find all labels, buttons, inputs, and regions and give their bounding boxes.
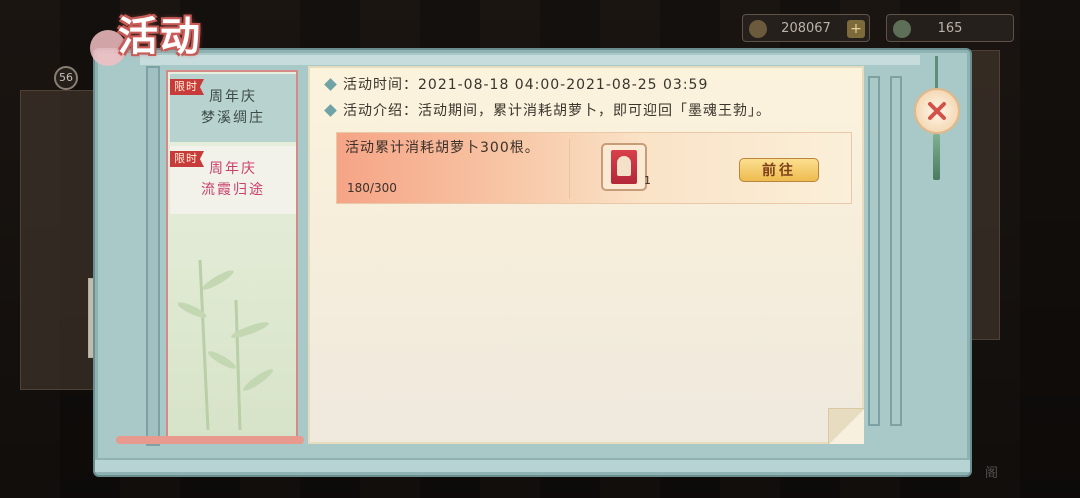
task-description: 活动累计消耗胡萝卜300根。 <box>345 140 540 156</box>
close-button[interactable] <box>914 88 960 134</box>
sidebar-ribbon <box>116 436 304 444</box>
event-time: 活动时间：2021-08-18 04:00-2021-08-25 03:59 <box>324 74 709 94</box>
activity-content[interactable]: 活动时间：2021-08-18 04:00-2021-08-25 03:59 活… <box>308 66 864 444</box>
coin-counter: 208067 + <box>742 14 870 42</box>
corner-label: 阁 <box>985 466 999 481</box>
event-intro: 活动介绍：活动期间，累计消耗胡萝卜，即可迎回「墨魂王勃」。 <box>324 100 771 120</box>
jade-value: 165 <box>937 20 963 36</box>
level-badge: 56 <box>54 66 78 90</box>
activity-sidebar: 限时 周年庆 梦溪绸庄 限时 周年庆 流霞归途 <box>166 70 298 440</box>
frame-post-right-1 <box>868 76 880 426</box>
event-intro-text: 活动介绍：活动期间，累计消耗胡萝卜，即可迎回「墨魂王勃」。 <box>343 103 771 119</box>
sidebar-item-line1: 周年庆 <box>209 161 257 177</box>
portrait-card-icon <box>611 150 637 184</box>
task-row: 活动累计消耗胡萝卜300根。 180/300 1 前往 <box>336 132 852 204</box>
reward-count: 1 <box>644 174 651 187</box>
coin-value: 208067 <box>781 20 831 36</box>
frame-post-right-2 <box>890 76 902 426</box>
page-curl-decoration <box>828 408 864 444</box>
sidebar-item-line2: 流霞归途 <box>201 182 265 198</box>
page-title: 活动 <box>118 13 202 60</box>
sidebar-item-meng-xi[interactable]: 限时 周年庆 梦溪绸庄 <box>170 74 296 142</box>
diamond-bullet-icon <box>324 77 337 91</box>
coin-icon <box>749 20 767 38</box>
limited-tag: 限时 <box>170 79 204 95</box>
task-progress: 180/300 <box>347 181 397 195</box>
diamond-bullet-icon <box>324 103 337 117</box>
limited-tag: 限时 <box>170 151 204 167</box>
event-time-text: 活动时间：2021-08-18 04:00-2021-08-25 03:59 <box>343 77 709 93</box>
jade-tassel-icon <box>933 134 940 180</box>
frame-top-bar <box>140 55 920 65</box>
sidebar-item-liu-xia[interactable]: 限时 周年庆 流霞归途 <box>170 146 296 214</box>
sidebar-item-line1: 周年庆 <box>209 89 257 105</box>
jade-icon <box>893 20 911 38</box>
divider <box>569 139 570 199</box>
add-coin-button[interactable]: + <box>847 20 865 38</box>
bamboo-decoration-icon <box>178 259 273 430</box>
frame-post-left <box>146 66 160 446</box>
sidebar-item-line2: 梦溪绸庄 <box>201 110 265 126</box>
go-button[interactable]: 前往 <box>739 158 819 182</box>
jade-counter: 165 <box>886 14 1014 42</box>
tassel-string <box>935 56 938 90</box>
frame-bottom <box>95 458 970 472</box>
close-icon <box>928 102 946 120</box>
reward-item[interactable]: 1 <box>601 143 651 191</box>
